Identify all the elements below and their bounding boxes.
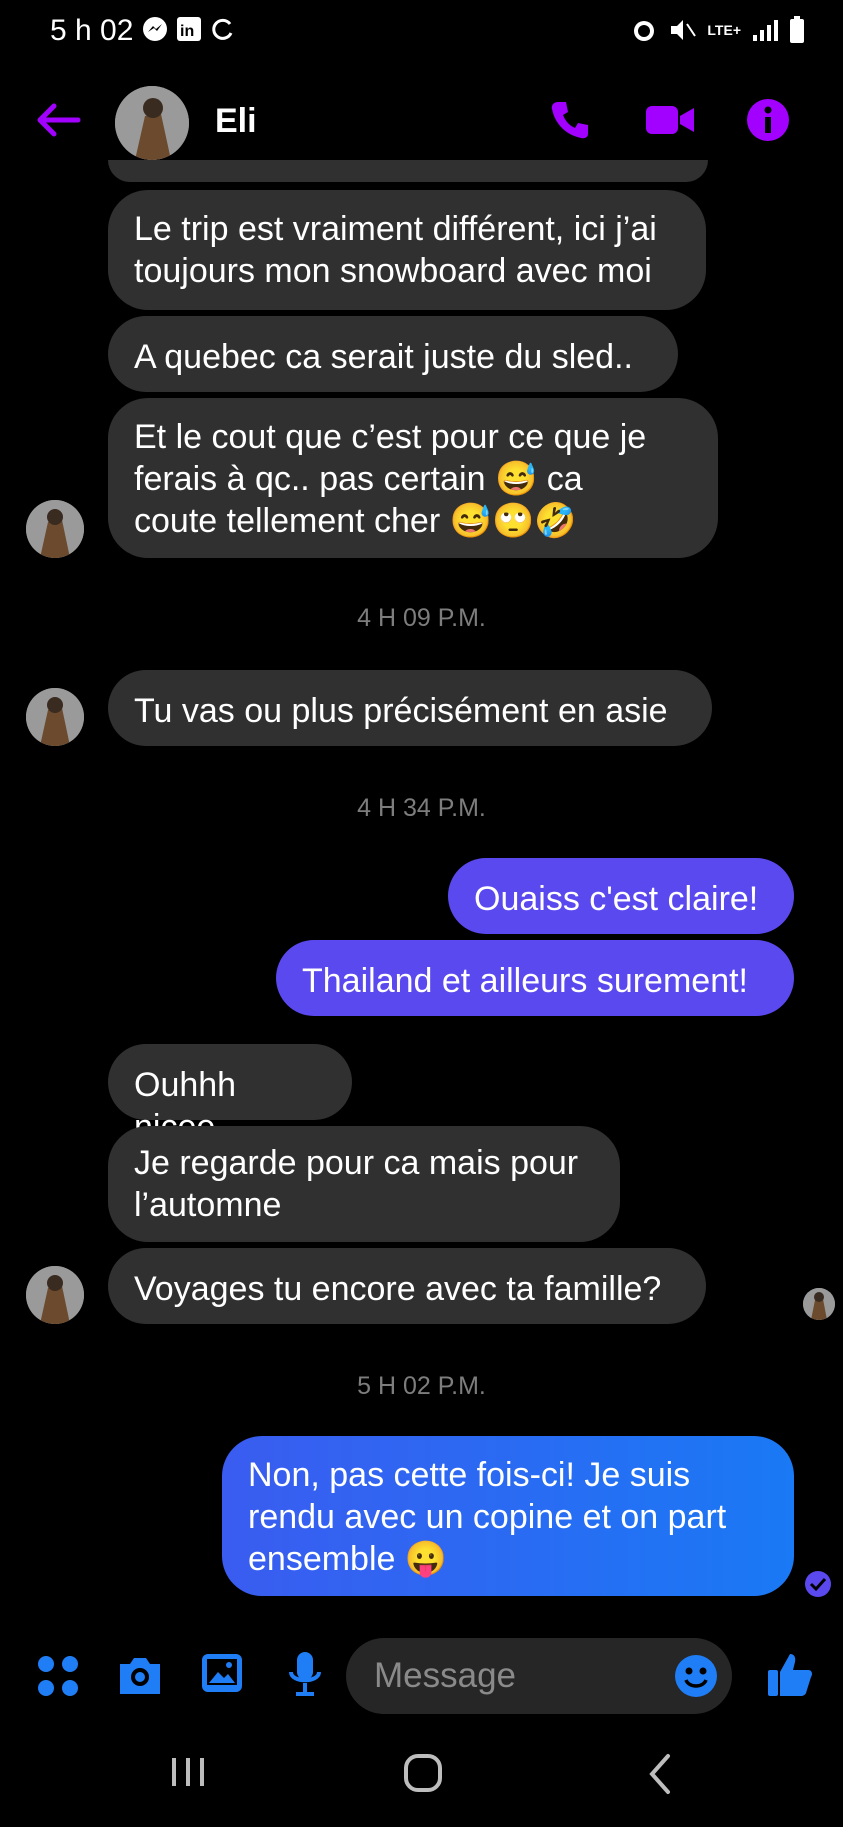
message-incoming[interactable]: Je regarde pour ca mais pour l’automne xyxy=(108,1126,620,1242)
alarm-icon xyxy=(634,21,655,41)
message-outgoing[interactable]: Thailand et ailleurs surement! xyxy=(276,940,794,1016)
message-incoming[interactable]: Ouhhh nicee xyxy=(108,1044,352,1146)
video-icon[interactable] xyxy=(644,98,696,142)
seen-check-icon xyxy=(805,1571,831,1597)
back-arrow-icon[interactable] xyxy=(34,100,82,140)
info-icon[interactable] xyxy=(746,98,790,142)
menu-dots-icon[interactable] xyxy=(36,1654,80,1698)
status-icons-right: LTE+ xyxy=(631,16,805,44)
status-time: 5 h 02 xyxy=(50,14,134,47)
sender-avatar[interactable] xyxy=(26,1266,84,1324)
svg-text:in: in xyxy=(180,23,194,40)
previous-message-edge xyxy=(108,160,708,182)
battery-icon xyxy=(790,16,804,43)
sender-avatar[interactable] xyxy=(26,500,84,558)
gallery-icon[interactable] xyxy=(200,1652,244,1694)
camera-icon[interactable] xyxy=(116,1654,164,1696)
signal-icon xyxy=(753,20,778,41)
status-icons-left: in xyxy=(142,16,236,42)
message-outgoing[interactable]: Non, pas cette fois-ci! Je suis rendu av… xyxy=(222,1436,794,1596)
emoji-icon[interactable] xyxy=(674,1654,718,1698)
message-incoming[interactable]: Tu vas ou plus précisément en asie xyxy=(108,670,712,746)
like-icon[interactable] xyxy=(766,1650,814,1698)
home-icon[interactable] xyxy=(402,1752,446,1796)
timestamp: 5 H 02 P.M. xyxy=(357,1372,486,1400)
recents-icon[interactable] xyxy=(168,1752,208,1792)
linkedin-notification-icon: in xyxy=(177,17,201,41)
sender-avatar[interactable] xyxy=(26,688,84,746)
back-icon[interactable] xyxy=(644,1752,676,1796)
mic-icon[interactable] xyxy=(288,1650,322,1700)
messenger-notification-icon xyxy=(143,17,167,41)
network-label: LTE+ xyxy=(707,22,741,38)
contact-name[interactable]: Eli xyxy=(215,102,257,141)
timestamp: 4 H 09 P.M. xyxy=(357,604,486,632)
message-incoming[interactable]: Voyages tu encore avec ta famille? xyxy=(108,1248,706,1324)
sync-icon xyxy=(212,18,233,40)
read-receipt-avatar xyxy=(803,1288,835,1320)
mute-icon xyxy=(671,20,697,40)
message-incoming[interactable]: A quebec ca serait juste du sled.. xyxy=(108,316,678,392)
message-incoming[interactable]: Et le cout que c’est pour ce que je fera… xyxy=(108,398,718,558)
phone-icon[interactable] xyxy=(548,98,592,142)
message-incoming[interactable]: Le trip est vraiment différent, ici j’ai… xyxy=(108,190,706,310)
message-input[interactable] xyxy=(372,1655,666,1697)
message-outgoing[interactable]: Ouaiss c'est claire! xyxy=(448,858,794,934)
timestamp: 4 H 34 P.M. xyxy=(357,794,486,822)
contact-avatar[interactable] xyxy=(115,86,189,160)
